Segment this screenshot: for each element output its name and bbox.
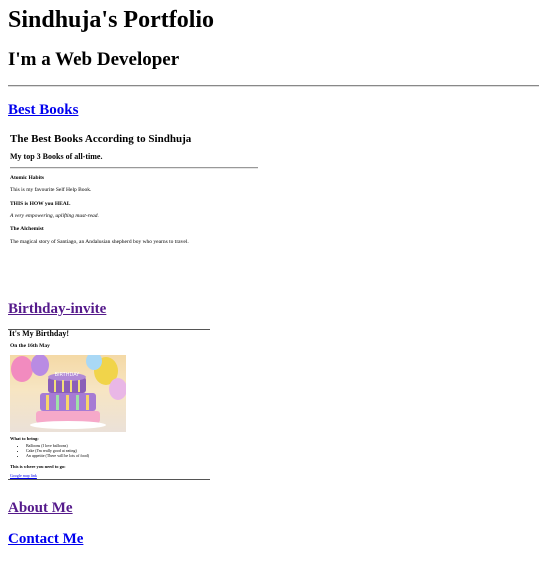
best-books-link[interactable]: Best Books: [8, 101, 78, 119]
books-title: The Best Books According to Sindhuja: [10, 133, 192, 145]
bring-list: Balloons (I love balloons) Cake (I'm rea…: [18, 443, 89, 458]
where-label: This is where you need to go:: [10, 464, 66, 469]
bring-label: What to bring:: [10, 436, 39, 441]
contact-me-link[interactable]: Contact Me: [8, 530, 83, 548]
birthday-embed: It's My Birthday! On the 16th May BIRTHD…: [8, 329, 212, 481]
book-desc-1: This is my favourite Self Help Book.: [10, 187, 92, 193]
books-subtitle: My top 3 Books of all-time.: [10, 152, 103, 161]
book-title-3: The Alchemist: [10, 226, 44, 232]
cake-illustration: BIRTHDAY: [11, 355, 126, 429]
book-desc-2: A very empowering, uplifting must-read.: [10, 213, 99, 219]
portfolio-page: Sindhuja's Portfolio I'm a Web Developer…: [0, 0, 539, 585]
header-divider: [8, 85, 539, 87]
books-embed: The Best Books According to Sindhuja My …: [8, 127, 268, 287]
birthday-invite-link[interactable]: Birthday-invite: [8, 300, 106, 318]
books-divider: [10, 167, 258, 169]
birthday-cake-image: BIRTHDAY: [10, 355, 126, 432]
svg-text:BIRTHDAY: BIRTHDAY: [55, 372, 81, 378]
birthday-date: On the 16th May: [10, 343, 50, 349]
google-map-link[interactable]: Google map link: [10, 473, 37, 478]
birthday-bottom-border: [8, 479, 210, 480]
book-title-1: Atomic Habits: [10, 175, 45, 181]
book-desc-3: The magical story of Santiago, an Andalu…: [10, 239, 189, 245]
bring-item: An appetite (There will be lots of food): [26, 453, 89, 458]
birthday-title: It's My Birthday!: [9, 329, 69, 338]
book-title-2: THIS is HOW you HEAL: [10, 201, 71, 207]
page-subtitle: I'm a Web Developer: [8, 49, 180, 70]
page-title: Sindhuja's Portfolio: [8, 7, 215, 33]
about-me-link[interactable]: About Me: [8, 499, 73, 517]
